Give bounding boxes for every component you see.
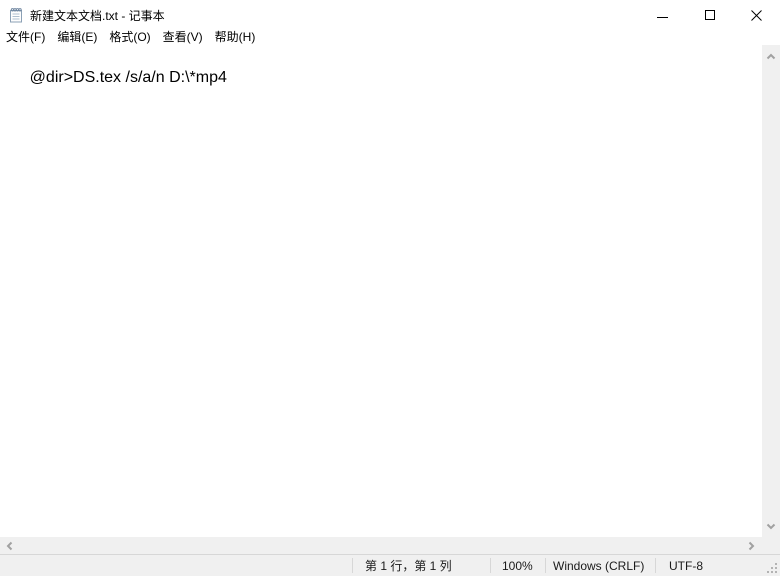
horizontal-scrollbar[interactable] — [0, 537, 762, 554]
horizontal-scrollbar-row — [0, 537, 780, 554]
minimize-icon — [657, 17, 668, 18]
status-cursor-position: 第 1 行，第 1 列 — [352, 555, 490, 576]
maximize-button[interactable] — [686, 0, 733, 30]
notepad-window: 新建文本文档.txt - 记事本 文件(F) 编辑(E) 格式(O) 查看(V)… — [0, 0, 780, 576]
status-bar: 第 1 行，第 1 列 100% Windows (CRLF) UTF-8 — [0, 554, 780, 576]
status-divider — [490, 558, 491, 573]
notepad-icon — [8, 7, 24, 23]
chevron-right-icon[interactable] — [745, 540, 757, 552]
editor-text: @dir>DS.tex /s/a/n D:\*mp4 — [29, 69, 227, 86]
status-line-ending: Windows (CRLF) — [545, 555, 655, 576]
status-divider — [352, 558, 353, 573]
maximize-icon — [704, 10, 715, 20]
menu-help[interactable]: 帮助(H) — [209, 30, 262, 45]
status-zoom-level: 100% — [490, 555, 545, 576]
status-encoding: UTF-8 — [655, 555, 780, 576]
menu-view[interactable]: 查看(V) — [157, 30, 209, 45]
titlebar[interactable]: 新建文本文档.txt - 记事本 — [0, 0, 780, 30]
vertical-scrollbar[interactable] — [762, 45, 780, 537]
status-spacer — [0, 555, 352, 576]
menu-bar: 文件(F) 编辑(E) 格式(O) 查看(V) 帮助(H) — [0, 30, 780, 45]
chevron-left-icon[interactable] — [4, 540, 16, 552]
minimize-button[interactable] — [639, 0, 686, 30]
window-controls — [639, 0, 780, 30]
text-editor[interactable]: @dir>DS.tex /s/a/n D:\*mp4 — [0, 45, 762, 537]
resize-grip-icon[interactable] — [767, 563, 778, 574]
menu-file[interactable]: 文件(F) — [0, 30, 51, 45]
menu-edit[interactable]: 编辑(E) — [51, 30, 103, 45]
chevron-down-icon[interactable] — [765, 520, 777, 532]
chevron-up-icon[interactable] — [765, 51, 777, 63]
close-button[interactable] — [733, 0, 780, 30]
close-icon — [751, 9, 762, 21]
scrollbar-corner — [762, 537, 780, 554]
content-area: @dir>DS.tex /s/a/n D:\*mp4 — [0, 45, 780, 537]
menu-format[interactable]: 格式(O) — [103, 30, 156, 45]
status-divider — [655, 558, 656, 573]
window-title: 新建文本文档.txt - 记事本 — [30, 8, 165, 23]
status-divider — [545, 558, 546, 573]
